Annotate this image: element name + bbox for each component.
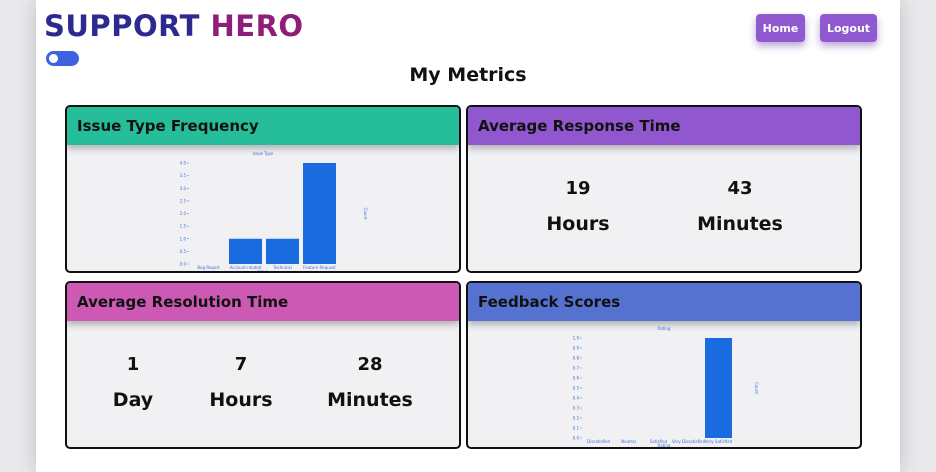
issue-chart-y-tick-label: 2.0 [180,211,187,216]
logo-word-support: SUPPORT [44,9,200,43]
feedback-chart-y-tick-label: 0.2 [573,416,580,421]
feedback-chart-y-tick-label: 0.9 [573,346,580,351]
issue-chart-chart-title: Issue Type [253,151,274,156]
resolution-minutes-value: 28 [357,354,383,375]
feedback-chart-y-tick-label: 0.3 [573,406,580,411]
feedback-chart-x-tick-label: Dissatisfied [587,439,611,444]
feedback-chart-y-tick-label: 1.0 [573,336,580,341]
resolution-days-value: 1 [126,354,140,375]
issue-type-card: Issue Type Frequency Issue Type 0.0 0.5 1.0… [65,105,461,273]
issue-chart-bar [266,238,299,264]
resolution-days-metric: 1 Day [93,353,173,413]
response-time-card-header: Average Response Time [468,107,860,145]
response-hours-label: Hours [546,213,610,235]
response-hours-metric: 19 Hours [528,177,628,237]
toggle-knob [49,54,58,63]
issue-chart-x-tick-label: Technical [272,265,291,270]
resolution-time-card: Average Resolution Time 1 Day 7 Hours 28… [65,281,461,449]
response-minutes-label: Minutes [697,213,783,235]
feedback-chart-x-axis-label: Rating [658,443,671,447]
issue-chart-bar [303,163,336,264]
feedback-chart-bar [705,338,732,438]
issue-chart-x-tick-label: Bug Report [197,265,220,270]
logout-button[interactable]: Logout [820,14,877,42]
feedback-scores-chart: Rating 0.0 0.1 0.2 0.3 0.4 0.5 0.6 0.7 0.8 0.9 1.0 D… [573,326,759,447]
feedback-chart-x-tick-label: Very Satisfied [705,439,733,444]
feedback-chart-y-tick-label: 0.0 [573,436,580,441]
feedback-scores-card-title: Feedback Scores [478,293,621,311]
resolution-time-card-header: Average Resolution Time [67,283,459,321]
feedback-chart-y-axis-label: Count [754,382,759,394]
feedback-chart-x-tick-label: Very Dissatisfied [672,439,706,444]
feedback-chart-x-tick-label: Neutral [621,439,636,444]
issue-chart-y-tick-label: 1.5 [180,224,187,229]
issue-chart-y-tick-label: 0.5 [180,249,187,254]
app-logo: SUPPORT HERO [44,8,304,44]
page-title: My Metrics [409,64,527,86]
issue-type-chart: Issue Type 0.0 0.5 1.0 1.5 2.0 2.5 3.0 3.5 4.0 Bug… [180,151,368,271]
issue-chart-bar [229,238,262,264]
feedback-chart-y-tick-label: 0.4 [573,396,580,401]
resolution-minutes-metric: 28 Minutes [310,353,430,413]
response-time-card-title: Average Response Time [478,117,681,135]
issue-type-card-title: Issue Type Frequency [77,117,259,135]
feedback-chart-y-tick-label: 0.5 [573,386,580,391]
issue-chart-y-tick-label: 3.0 [180,186,187,191]
logo-word-hero: HERO [210,9,304,43]
response-minutes-value: 43 [727,178,753,199]
resolution-time-card-title: Average Resolution Time [77,293,289,311]
feedback-scores-card: Feedback Scores Rating 0.0 0.1 0.2 0.3 0.4 0.5… [466,281,862,449]
response-hours-value: 19 [565,178,591,199]
feedback-chart-chart-title: Rating [658,326,671,331]
issue-chart-y-axis-label: Count [363,208,368,220]
feedback-chart-y-tick-label: 0.7 [573,366,580,371]
resolution-minutes-label: Minutes [327,389,413,411]
issue-chart-x-tick-label: Feature Request [303,265,336,270]
resolution-hours-metric: 7 Hours [191,353,291,413]
feedback-scores-card-header: Feedback Scores [468,283,860,321]
resolution-hours-value: 7 [234,354,248,375]
resolution-hours-label: Hours [209,389,273,411]
response-time-card: Average Response Time 19 Hours 43 Minute… [466,105,862,273]
issue-type-card-header: Issue Type Frequency [67,107,459,145]
feedback-chart-y-tick-label: 0.1 [573,426,580,431]
feedback-chart-y-tick-label: 0.6 [573,376,580,381]
home-button[interactable]: Home [756,14,805,42]
feedback-chart-y-tick-label: 0.8 [573,356,580,361]
issue-chart-y-tick-label: 2.5 [180,198,187,203]
resolution-days-label: Day [112,389,154,411]
issue-chart-y-tick-label: 1.0 [180,236,187,241]
issue-chart-x-axis-label: Issue [258,269,269,271]
response-minutes-metric: 43 Minutes [680,177,800,237]
issue-chart-y-tick-label: 4.0 [180,161,187,166]
issue-chart-y-tick-label: 3.5 [180,173,187,178]
issue-chart-y-tick-label: 0.0 [180,262,187,267]
